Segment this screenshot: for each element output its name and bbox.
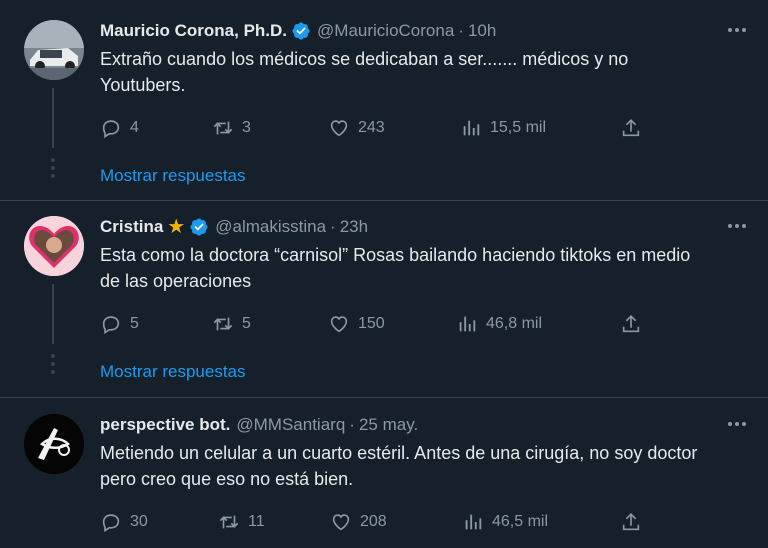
- share-icon: [622, 119, 640, 137]
- views-icon: [465, 514, 482, 530]
- like-button[interactable]: 208: [330, 508, 387, 536]
- separator: ·: [458, 21, 464, 40]
- retweet-count: 11: [248, 513, 265, 530]
- display-name[interactable]: Cristina: [100, 217, 163, 237]
- reply-icon: [102, 316, 120, 335]
- display-name[interactable]: perspective bot.: [100, 415, 230, 435]
- avatar[interactable]: [24, 20, 84, 80]
- like-icon: [332, 514, 350, 531]
- divider: [0, 200, 768, 201]
- tweet-actions: 4 3 243 15,5 mil: [100, 114, 660, 142]
- thread-line: [52, 284, 54, 344]
- views-button[interactable]: 15,5 mil: [460, 114, 546, 142]
- tweet-text: Extraño cuando los médicos se dedicaban …: [100, 49, 629, 95]
- reply-count: 30: [130, 513, 148, 530]
- avatar[interactable]: [24, 414, 84, 474]
- tweet-text: Esta como la doctora “carnisol” Rosas ba…: [100, 245, 691, 291]
- views-count: 46,5 mil: [492, 513, 549, 530]
- reply-count: 4: [130, 119, 139, 136]
- retweet-icon: [213, 317, 233, 331]
- more-options-icon[interactable]: [724, 20, 750, 40]
- share-button[interactable]: [620, 114, 642, 142]
- retweet-button[interactable]: 5: [212, 310, 251, 338]
- like-count: 243: [358, 119, 385, 136]
- star-icon: ★: [167, 216, 186, 238]
- like-count: 208: [360, 513, 387, 530]
- handle[interactable]: @MMSantiarq: [236, 415, 345, 435]
- divider: [0, 397, 768, 398]
- thread-dots: [51, 354, 55, 374]
- reply-button[interactable]: 30: [100, 508, 148, 536]
- retweet-icon: [219, 515, 239, 529]
- show-replies-link[interactable]: Mostrar respuestas: [100, 362, 246, 382]
- like-button[interactable]: 243: [328, 114, 385, 142]
- timestamp[interactable]: 10h: [468, 21, 496, 41]
- views-count: 46,8 mil: [486, 315, 543, 332]
- retweet-count: 5: [242, 315, 251, 332]
- tweet-1[interactable]: Mauricio Corona, Ph.D. @MauricioCorona ·…: [0, 18, 768, 196]
- retweet-count: 3: [242, 119, 251, 136]
- timestamp[interactable]: 23h: [340, 217, 368, 237]
- separator: ·: [330, 217, 336, 236]
- share-icon: [622, 513, 640, 531]
- more-options-icon[interactable]: [724, 216, 750, 236]
- views-icon: [463, 120, 480, 136]
- reply-button[interactable]: 4: [100, 114, 139, 142]
- reply-count: 5: [130, 315, 139, 332]
- avatar[interactable]: [24, 216, 84, 276]
- verified-badge-icon: [291, 21, 311, 41]
- reply-icon: [102, 120, 120, 139]
- tweet-2[interactable]: Cristina ★ @almakisstina · 23h Esta como…: [0, 214, 768, 392]
- tweet-header: perspective bot. @MMSantiarq · 25 may.: [100, 412, 418, 438]
- like-icon: [330, 120, 348, 137]
- reply-button[interactable]: 5: [100, 310, 139, 338]
- tweet-3[interactable]: perspective bot. @MMSantiarq · 25 may. M…: [0, 412, 768, 548]
- share-button[interactable]: [620, 508, 642, 536]
- timestamp[interactable]: 25 may.: [359, 415, 418, 435]
- retweet-button[interactable]: 3: [212, 114, 251, 142]
- reply-icon: [102, 514, 120, 533]
- retweet-button[interactable]: 11: [218, 508, 265, 536]
- handle[interactable]: @almakisstina: [215, 217, 326, 237]
- retweet-icon: [213, 121, 233, 135]
- thread-dots: [51, 158, 55, 178]
- like-icon: [330, 316, 348, 333]
- thread-line: [52, 88, 54, 148]
- more-options-icon[interactable]: [724, 414, 750, 434]
- tweet-actions: 30 11 208 46,5 mil: [100, 508, 660, 536]
- views-icon: [459, 316, 476, 332]
- separator: ·: [349, 415, 355, 434]
- share-button[interactable]: [620, 310, 642, 338]
- tweet-header: Cristina ★ @almakisstina · 23h: [100, 214, 368, 240]
- share-icon: [622, 315, 640, 333]
- show-replies-link[interactable]: Mostrar respuestas: [100, 166, 246, 186]
- tweet-text: Metiendo un celular a un cuarto estéril.…: [100, 443, 698, 489]
- handle[interactable]: @MauricioCorona: [317, 21, 454, 41]
- verified-badge-icon: [189, 217, 209, 237]
- like-button[interactable]: 150: [328, 310, 385, 338]
- views-button[interactable]: 46,8 mil: [456, 310, 542, 338]
- display-name[interactable]: Mauricio Corona, Ph.D.: [100, 21, 287, 41]
- views-button[interactable]: 46,5 mil: [462, 508, 548, 536]
- like-count: 150: [358, 315, 385, 332]
- tweet-header: Mauricio Corona, Ph.D. @MauricioCorona ·…: [100, 18, 496, 44]
- views-count: 15,5 mil: [490, 119, 547, 136]
- tweet-actions: 5 5 150 46,8 mil: [100, 310, 660, 338]
